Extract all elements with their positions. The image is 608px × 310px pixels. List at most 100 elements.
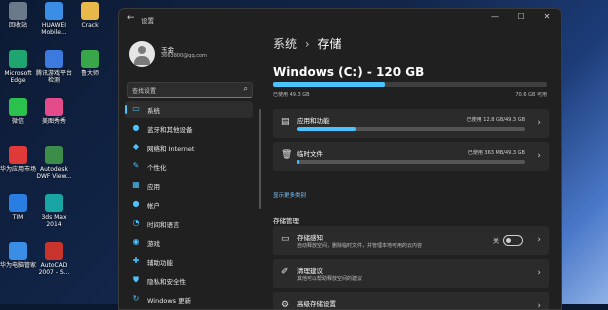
category-icon: ▤ <box>281 117 290 127</box>
mgmt-item-subtitle: 自动释放空间，删除临时文件，并管理本地可用的云内容 <box>297 243 423 249</box>
chevron-right-icon: › <box>537 301 541 310</box>
sidebar-item-0[interactable]: ▭ 系统 <box>125 101 253 118</box>
selection-indicator <box>125 105 127 114</box>
crack-folder-icon <box>81 2 99 20</box>
sidebar-item-label: 时间和语言 <box>147 221 180 229</box>
desktop-icon-huawei-computer-manager[interactable]: 华为电脑管家 <box>0 242 36 269</box>
mgmt-item-title: 存储感知 <box>297 234 323 242</box>
desktop-icon-label: HUAWEI Mobile... <box>41 22 67 36</box>
maximize-icon[interactable]: ☐ <box>511 12 531 21</box>
drive-usage-fill <box>273 82 386 87</box>
toggle-state-label: 关 <box>492 238 499 245</box>
desktop-icon-crack-folder[interactable]: Crack <box>72 2 108 29</box>
3ds-max-icon <box>45 194 63 212</box>
huawei-mobile-icon <box>45 2 63 20</box>
lubai-tool-icon <box>81 50 99 68</box>
mgmt-item-icon: ▭ <box>281 234 290 244</box>
desktop-icon-autocad[interactable]: AutoCAD 2007 - S... <box>36 242 72 276</box>
desktop-icon-microsoft-edge[interactable]: Microsoft Edge <box>0 50 36 84</box>
storage-mgmt-item-0[interactable]: ▭ 存储感知 自动释放空间，删除临时文件，并管理本地可用的云内容 › 关 <box>273 226 549 255</box>
desktop-icon-3ds-max[interactable]: 3ds Max 2014 <box>36 194 72 228</box>
desktop-icon-huawei-mobile[interactable]: HUAWEI Mobile... <box>36 2 72 36</box>
desktop-icon-tencent-games[interactable]: 腾讯游戏平台检测 <box>36 50 72 84</box>
sidebar-item-icon: ◔ <box>132 218 140 227</box>
sidebar-item-icon: ▦ <box>132 180 140 189</box>
sidebar-item-icon: ◆ <box>132 142 140 151</box>
sidebar-item-5[interactable]: ● 帐户 <box>125 196 253 213</box>
sidebar-item-6[interactable]: ◔ 时间和语言 <box>125 215 253 232</box>
sidebar-item-label: 个性化 <box>147 164 167 172</box>
mgmt-item-icon: ✐ <box>281 267 289 277</box>
storage-management-heading: 存储管理 <box>273 217 299 225</box>
sidebar-item-9[interactable]: ⛊ 隐私和安全性 <box>125 272 253 289</box>
search-input[interactable]: 查找设置 ⌕ <box>127 82 253 98</box>
sidebar-item-icon: ✎ <box>132 161 140 170</box>
desktop-icon-recycle-bin[interactable]: 回收站 <box>0 2 36 29</box>
desktop-icon-label: 3ds Max 2014 <box>41 214 67 228</box>
sidebar-item-3[interactable]: ✎ 个性化 <box>125 158 253 175</box>
sidebar-item-4[interactable]: ▦ 应用 <box>125 177 253 194</box>
desktop-icon-huawei-app-market[interactable]: 华为应用市场 <box>0 146 36 173</box>
window-title: 设置 <box>141 17 154 25</box>
storage-mgmt-item-2[interactable]: ⚙ 高级存储设置 › <box>273 292 549 310</box>
category-icon: 🗑 <box>281 150 293 160</box>
sidebar-item-icon: ◉ <box>132 237 140 246</box>
wechat-icon <box>9 98 27 116</box>
desktop-icon-label: Microsoft Edge <box>4 70 32 84</box>
mgmt-item-subtitle: 其他可以帮助释放空间的建议 <box>297 276 363 282</box>
breadcrumb-parent[interactable]: 系统 <box>273 37 297 51</box>
autocad-icon <box>45 242 63 260</box>
category-usage-fill <box>297 160 300 164</box>
storage-card-0[interactable]: ▤ 应用和功能 已使用 12.8 GB/49.3 GB › <box>273 109 549 138</box>
chevron-right-icon: › <box>537 151 541 161</box>
chevron-right-icon: › <box>537 268 541 278</box>
category-usage: 已使用 363 MB/49.3 GB <box>467 150 525 156</box>
storage-card-1[interactable]: 🗑 临时文件 已使用 363 MB/49.3 GB › <box>273 142 549 171</box>
huawei-computer-manager-icon <box>9 242 27 260</box>
sidebar-item-icon: ✚ <box>132 256 140 265</box>
recycle-bin-icon <box>9 2 27 20</box>
sidebar-item-8[interactable]: ✚ 辅助功能 <box>125 253 253 270</box>
drive-free-label: 70.6 GB 可用 <box>515 92 547 98</box>
storage-mgmt-item-1[interactable]: ✐ 清理建议 其他可以帮助释放空间的建议 › <box>273 259 549 288</box>
meitu-icon <box>45 98 63 116</box>
minimize-icon[interactable]: — <box>485 12 505 21</box>
sidebar-item-label: 游戏 <box>147 240 160 248</box>
sidebar-item-1[interactable]: ● 蓝牙和其他设备 <box>125 120 253 137</box>
sidebar-item-2[interactable]: ◆ 网络和 Internet <box>125 139 253 156</box>
sidebar-item-label: 系统 <box>147 107 160 115</box>
category-usage-bar <box>297 127 525 131</box>
autodesk-dwf-icon <box>45 146 63 164</box>
sidebar-item-icon: ● <box>132 199 140 208</box>
tencent-games-icon <box>45 50 63 68</box>
sidebar-item-label: 网络和 Internet <box>147 145 195 153</box>
desktop-icon-label: 华为电脑管家 <box>0 262 37 269</box>
desktop-icon-label: 微信 <box>11 118 24 125</box>
mgmt-item-icon: ⚙ <box>281 300 290 310</box>
desktop-icon-autodesk-dwf[interactable]: Autodesk DWF View... <box>36 146 72 180</box>
category-title: 临时文件 <box>297 150 323 158</box>
sidebar-scrollbar[interactable] <box>259 109 261 209</box>
desktop-icon-label: AutoCAD 2007 - S... <box>38 262 70 276</box>
show-more-categories-link[interactable]: 显示更多类别 <box>273 191 306 199</box>
settings-window: ← 设置 — ☐ ✕ 玉金 3663800@qq.com 查找设置 ⌕ ▭ 系统 ●… <box>118 8 562 310</box>
sidebar-item-10[interactable]: ↻ Windows 更新 <box>125 291 253 308</box>
sidebar: 玉金 3663800@qq.com 查找设置 ⌕ ▭ 系统 ● 蓝牙和其他设备 ◆ 网络和… <box>119 29 257 309</box>
drive-usage-bar <box>273 82 547 87</box>
close-icon[interactable]: ✕ <box>537 12 557 21</box>
user-email: 3663800@qq.com <box>161 53 207 59</box>
desktop-icon-lubai-tool[interactable]: 鲁大师 <box>72 50 108 77</box>
avatar[interactable] <box>129 41 155 67</box>
desktop-icon-label: TIM <box>12 214 24 221</box>
back-arrow-icon[interactable]: ← <box>127 13 135 23</box>
desktop-icon-meitu[interactable]: 美图秀秀 <box>36 98 72 125</box>
desktop-icon-label: Crack <box>81 22 99 29</box>
main-content: 系统 › 存储 Windows (C:) - 120 GB 已使用 49.3 G… <box>269 29 561 309</box>
chevron-right-icon: › <box>537 235 541 245</box>
desktop-icon-wechat[interactable]: 微信 <box>0 98 36 125</box>
sidebar-item-7[interactable]: ◉ 游戏 <box>125 234 253 251</box>
search-placeholder: 查找设置 <box>132 88 157 95</box>
storage-sense-toggle[interactable] <box>503 235 523 246</box>
category-usage-bar <box>297 160 525 164</box>
desktop-icon-tim[interactable]: TIM <box>0 194 36 221</box>
